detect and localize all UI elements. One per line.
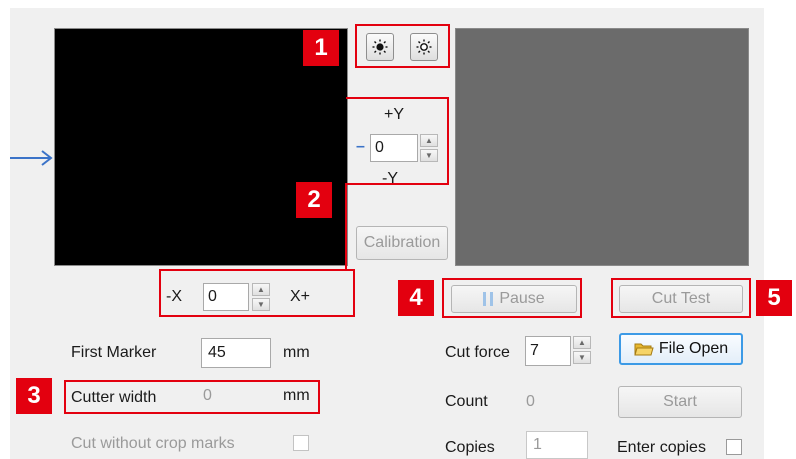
copies-input[interactable]: 1 bbox=[526, 431, 588, 459]
x-offset-spinner[interactable]: ▲ ▼ bbox=[252, 283, 270, 311]
badge-4: 4 bbox=[398, 280, 434, 316]
badge-2: 2 bbox=[296, 182, 332, 218]
spin-down-icon[interactable]: ▼ bbox=[573, 351, 591, 364]
spin-up-icon[interactable]: ▲ bbox=[573, 336, 591, 349]
calibration-button[interactable]: Calibration bbox=[356, 226, 448, 260]
first-marker-label: First Marker bbox=[71, 344, 157, 361]
first-marker-unit: mm bbox=[283, 344, 310, 361]
y-minus-label: -Y bbox=[382, 170, 398, 187]
file-open-label: File Open bbox=[658, 340, 729, 357]
x-offset-input[interactable]: 0 bbox=[203, 283, 249, 311]
start-button[interactable]: Start bbox=[618, 386, 742, 418]
spin-down-icon[interactable]: ▼ bbox=[420, 149, 438, 162]
file-open-button[interactable]: File Open bbox=[619, 333, 743, 365]
count-value: 0 bbox=[526, 393, 535, 410]
cut-force-label: Cut force bbox=[445, 344, 510, 361]
count-label: Count bbox=[445, 393, 488, 410]
first-marker-input[interactable]: 45 bbox=[201, 338, 271, 368]
enter-copies-checkbox[interactable] bbox=[726, 439, 742, 455]
pause-icon bbox=[483, 292, 494, 306]
y-minus-marker: – bbox=[356, 138, 365, 155]
copies-label: Copies bbox=[445, 439, 495, 456]
spin-up-icon[interactable]: ▲ bbox=[252, 283, 270, 296]
cutter-width-unit: mm bbox=[283, 387, 310, 404]
badge-3: 3 bbox=[16, 378, 52, 414]
x-plus-label: X+ bbox=[290, 288, 311, 305]
folder-open-icon bbox=[634, 343, 654, 356]
cut-force-input[interactable]: 7 bbox=[525, 336, 571, 366]
spin-down-icon[interactable]: ▼ bbox=[252, 298, 270, 311]
cutter-width-label: Cutter width bbox=[71, 389, 157, 406]
y-offset-spinner[interactable]: ▲ ▼ bbox=[420, 134, 438, 162]
y-plus-label: +Y bbox=[384, 106, 405, 123]
badge-5: 5 bbox=[756, 280, 792, 316]
x-minus-label: -X bbox=[166, 288, 182, 305]
pause-label: Pause bbox=[499, 290, 545, 307]
cut-without-crop-marks-checkbox[interactable] bbox=[293, 435, 309, 451]
cut-without-crop-marks-label: Cut without crop marks bbox=[71, 435, 235, 452]
cut-test-button[interactable]: Cut Test bbox=[619, 285, 743, 313]
cutter-width-value: 0 bbox=[203, 387, 212, 404]
enter-copies-label: Enter copies bbox=[617, 439, 706, 456]
pause-button[interactable]: Pause bbox=[451, 285, 577, 313]
spin-up-icon[interactable]: ▲ bbox=[420, 134, 438, 147]
cut-force-spinner[interactable]: ▲ ▼ bbox=[573, 336, 591, 364]
y-offset-input[interactable]: 0 bbox=[370, 134, 418, 162]
